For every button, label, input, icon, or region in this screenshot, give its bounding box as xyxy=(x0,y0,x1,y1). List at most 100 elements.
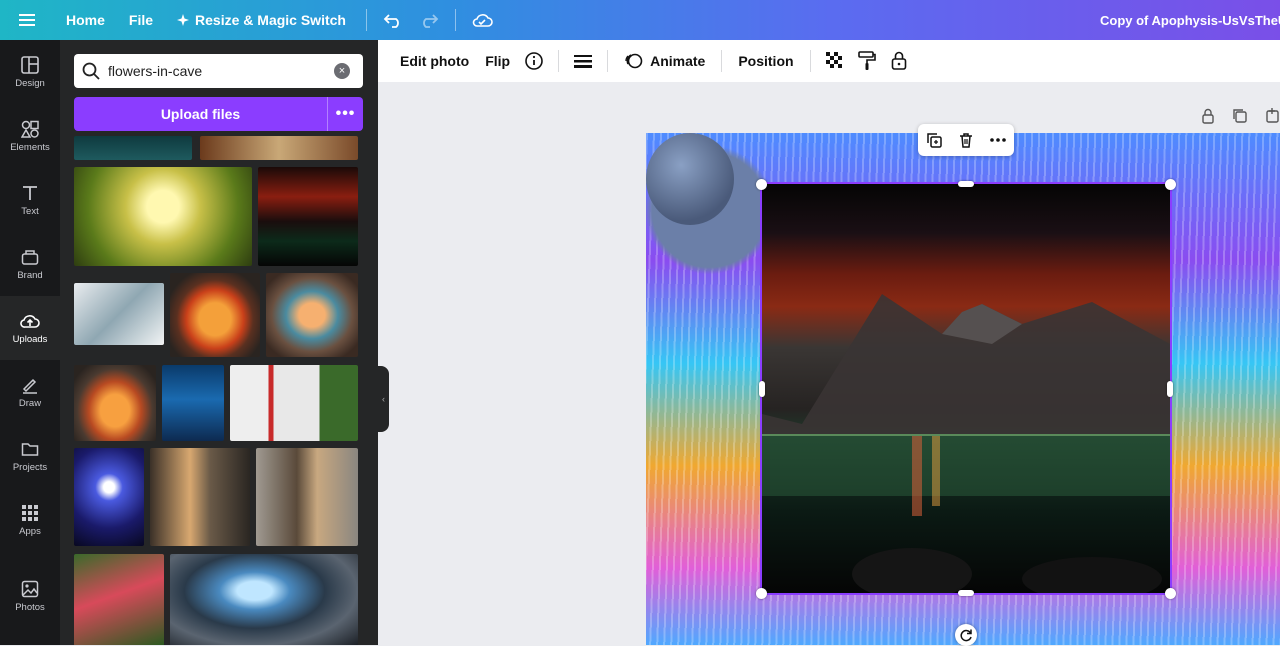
rail-item-draw[interactable]: Draw xyxy=(0,360,60,424)
clear-search-icon[interactable]: × xyxy=(334,63,350,79)
resize-handle-left[interactable] xyxy=(759,381,765,397)
rail-item-projects[interactable]: Projects xyxy=(0,424,60,488)
rail-item-brand[interactable]: Brand xyxy=(0,232,60,296)
photos-icon xyxy=(21,580,39,597)
redo-icon xyxy=(423,14,439,28)
element-floating-toolbar xyxy=(918,124,1014,156)
uploads-panel: × Upload files ••• xyxy=(60,40,378,645)
lock-icon xyxy=(891,51,906,70)
file-menu-button[interactable]: File xyxy=(117,0,165,40)
upload-thumbnail[interactable] xyxy=(74,448,144,546)
text-icon xyxy=(23,185,37,200)
info-icon xyxy=(525,52,543,70)
border-style-icon xyxy=(574,55,593,68)
search-input[interactable] xyxy=(108,63,328,79)
upload-thumbnail[interactable] xyxy=(170,273,260,357)
upload-thumbnail[interactable] xyxy=(256,448,358,546)
undo-button[interactable] xyxy=(375,0,411,40)
duplicate-page-icon[interactable] xyxy=(1228,104,1252,128)
upload-thumbnail[interactable] xyxy=(150,448,250,546)
resize-handle-bottom-left[interactable] xyxy=(756,588,767,599)
document-title[interactable]: Copy of Apophysis-UsVsTheU xyxy=(1100,0,1280,40)
copy-style-button[interactable] xyxy=(851,40,883,82)
resize-handle-right[interactable] xyxy=(1167,381,1173,397)
moon-graphic[interactable] xyxy=(646,133,734,225)
rail-label: Elements xyxy=(10,141,50,153)
resize-handle-top[interactable] xyxy=(958,181,974,187)
side-rail: Design Elements Text Brand Uploads Draw … xyxy=(0,40,60,645)
undo-icon xyxy=(383,14,399,28)
resize-handle-top-right[interactable] xyxy=(1165,179,1176,190)
rail-label: Brand xyxy=(17,269,43,281)
upload-thumbnail[interactable] xyxy=(74,136,192,160)
rail-label: Draw xyxy=(18,397,42,409)
upload-files-button[interactable]: Upload files xyxy=(74,97,327,131)
apps-grid-icon xyxy=(22,504,38,521)
rail-item-uploads[interactable]: Uploads xyxy=(0,296,60,360)
cloud-save-status[interactable] xyxy=(464,0,500,40)
context-toolbar: Edit photo Flip Animate Position xyxy=(378,40,1280,82)
trash-icon[interactable] xyxy=(957,131,975,149)
add-page-icon[interactable] xyxy=(1260,104,1280,128)
rail-item-text[interactable]: Text xyxy=(0,168,60,232)
redo-button[interactable] xyxy=(411,0,447,40)
upload-thumbnail[interactable] xyxy=(74,554,164,645)
duplicate-icon[interactable] xyxy=(925,131,943,149)
upload-files-button-group: Upload files ••• xyxy=(74,97,363,131)
rotate-icon xyxy=(960,629,972,642)
rail-item-design[interactable]: Design xyxy=(0,40,60,104)
cloud-check-icon xyxy=(472,14,493,27)
more-options-icon[interactable] xyxy=(989,131,1007,149)
hamburger-menu-button[interactable] xyxy=(0,0,54,40)
upload-thumbnail[interactable] xyxy=(74,167,252,266)
rail-item-apps[interactable]: Apps xyxy=(0,488,60,552)
rail-label: Apps xyxy=(19,525,41,537)
divider xyxy=(558,50,560,72)
lock-page-icon[interactable] xyxy=(1196,104,1220,128)
border-style-button[interactable] xyxy=(567,40,599,82)
rotate-handle[interactable] xyxy=(955,624,977,646)
rail-item-photos[interactable]: Photos xyxy=(0,564,60,628)
upload-thumbnail[interactable] xyxy=(266,273,358,357)
divider xyxy=(454,9,456,31)
upload-thumbnail[interactable] xyxy=(74,283,164,345)
upload-thumbnail[interactable] xyxy=(230,365,358,441)
collapse-panel-button[interactable]: ‹ xyxy=(378,366,389,432)
search-icon xyxy=(74,62,108,80)
resize-handle-top-left[interactable] xyxy=(756,179,767,190)
divider xyxy=(365,9,367,31)
search-box: × xyxy=(74,54,363,88)
lock-button[interactable] xyxy=(883,40,915,82)
brand-icon xyxy=(21,249,39,265)
resize-handle-bottom[interactable] xyxy=(958,590,974,596)
upload-thumbnail[interactable] xyxy=(74,365,156,441)
resize-label: Resize & Magic Switch xyxy=(195,12,346,28)
position-button[interactable]: Position xyxy=(730,40,801,82)
flip-button[interactable]: Flip xyxy=(477,40,518,82)
paint-roller-icon xyxy=(857,51,876,70)
transparency-icon xyxy=(825,52,842,68)
resize-magic-switch-button[interactable]: Resize & Magic Switch xyxy=(165,0,358,40)
upload-thumbnail[interactable] xyxy=(162,365,224,441)
upload-thumbnail[interactable] xyxy=(200,136,358,160)
upload-more-options-button[interactable]: ••• xyxy=(327,97,363,131)
info-button[interactable] xyxy=(518,40,550,82)
resize-handle-bottom-right[interactable] xyxy=(1165,588,1176,599)
animate-button[interactable]: Animate xyxy=(616,40,713,82)
divider xyxy=(809,50,811,72)
page-controls xyxy=(1196,104,1280,128)
edit-photo-button[interactable]: Edit photo xyxy=(392,40,477,82)
elements-icon xyxy=(21,120,39,138)
transparency-button[interactable] xyxy=(819,40,851,82)
rail-label: Text xyxy=(21,205,39,217)
selected-photo[interactable] xyxy=(760,182,1172,595)
rail-label: Design xyxy=(15,77,45,89)
folder-icon xyxy=(21,442,39,456)
upload-cloud-icon xyxy=(20,314,40,328)
upload-thumbnail[interactable] xyxy=(258,167,358,266)
upload-thumbnail[interactable] xyxy=(170,554,358,645)
home-button[interactable]: Home xyxy=(54,0,117,40)
rail-item-elements[interactable]: Elements xyxy=(0,104,60,168)
animate-icon xyxy=(625,53,643,69)
draw-icon xyxy=(22,378,37,394)
